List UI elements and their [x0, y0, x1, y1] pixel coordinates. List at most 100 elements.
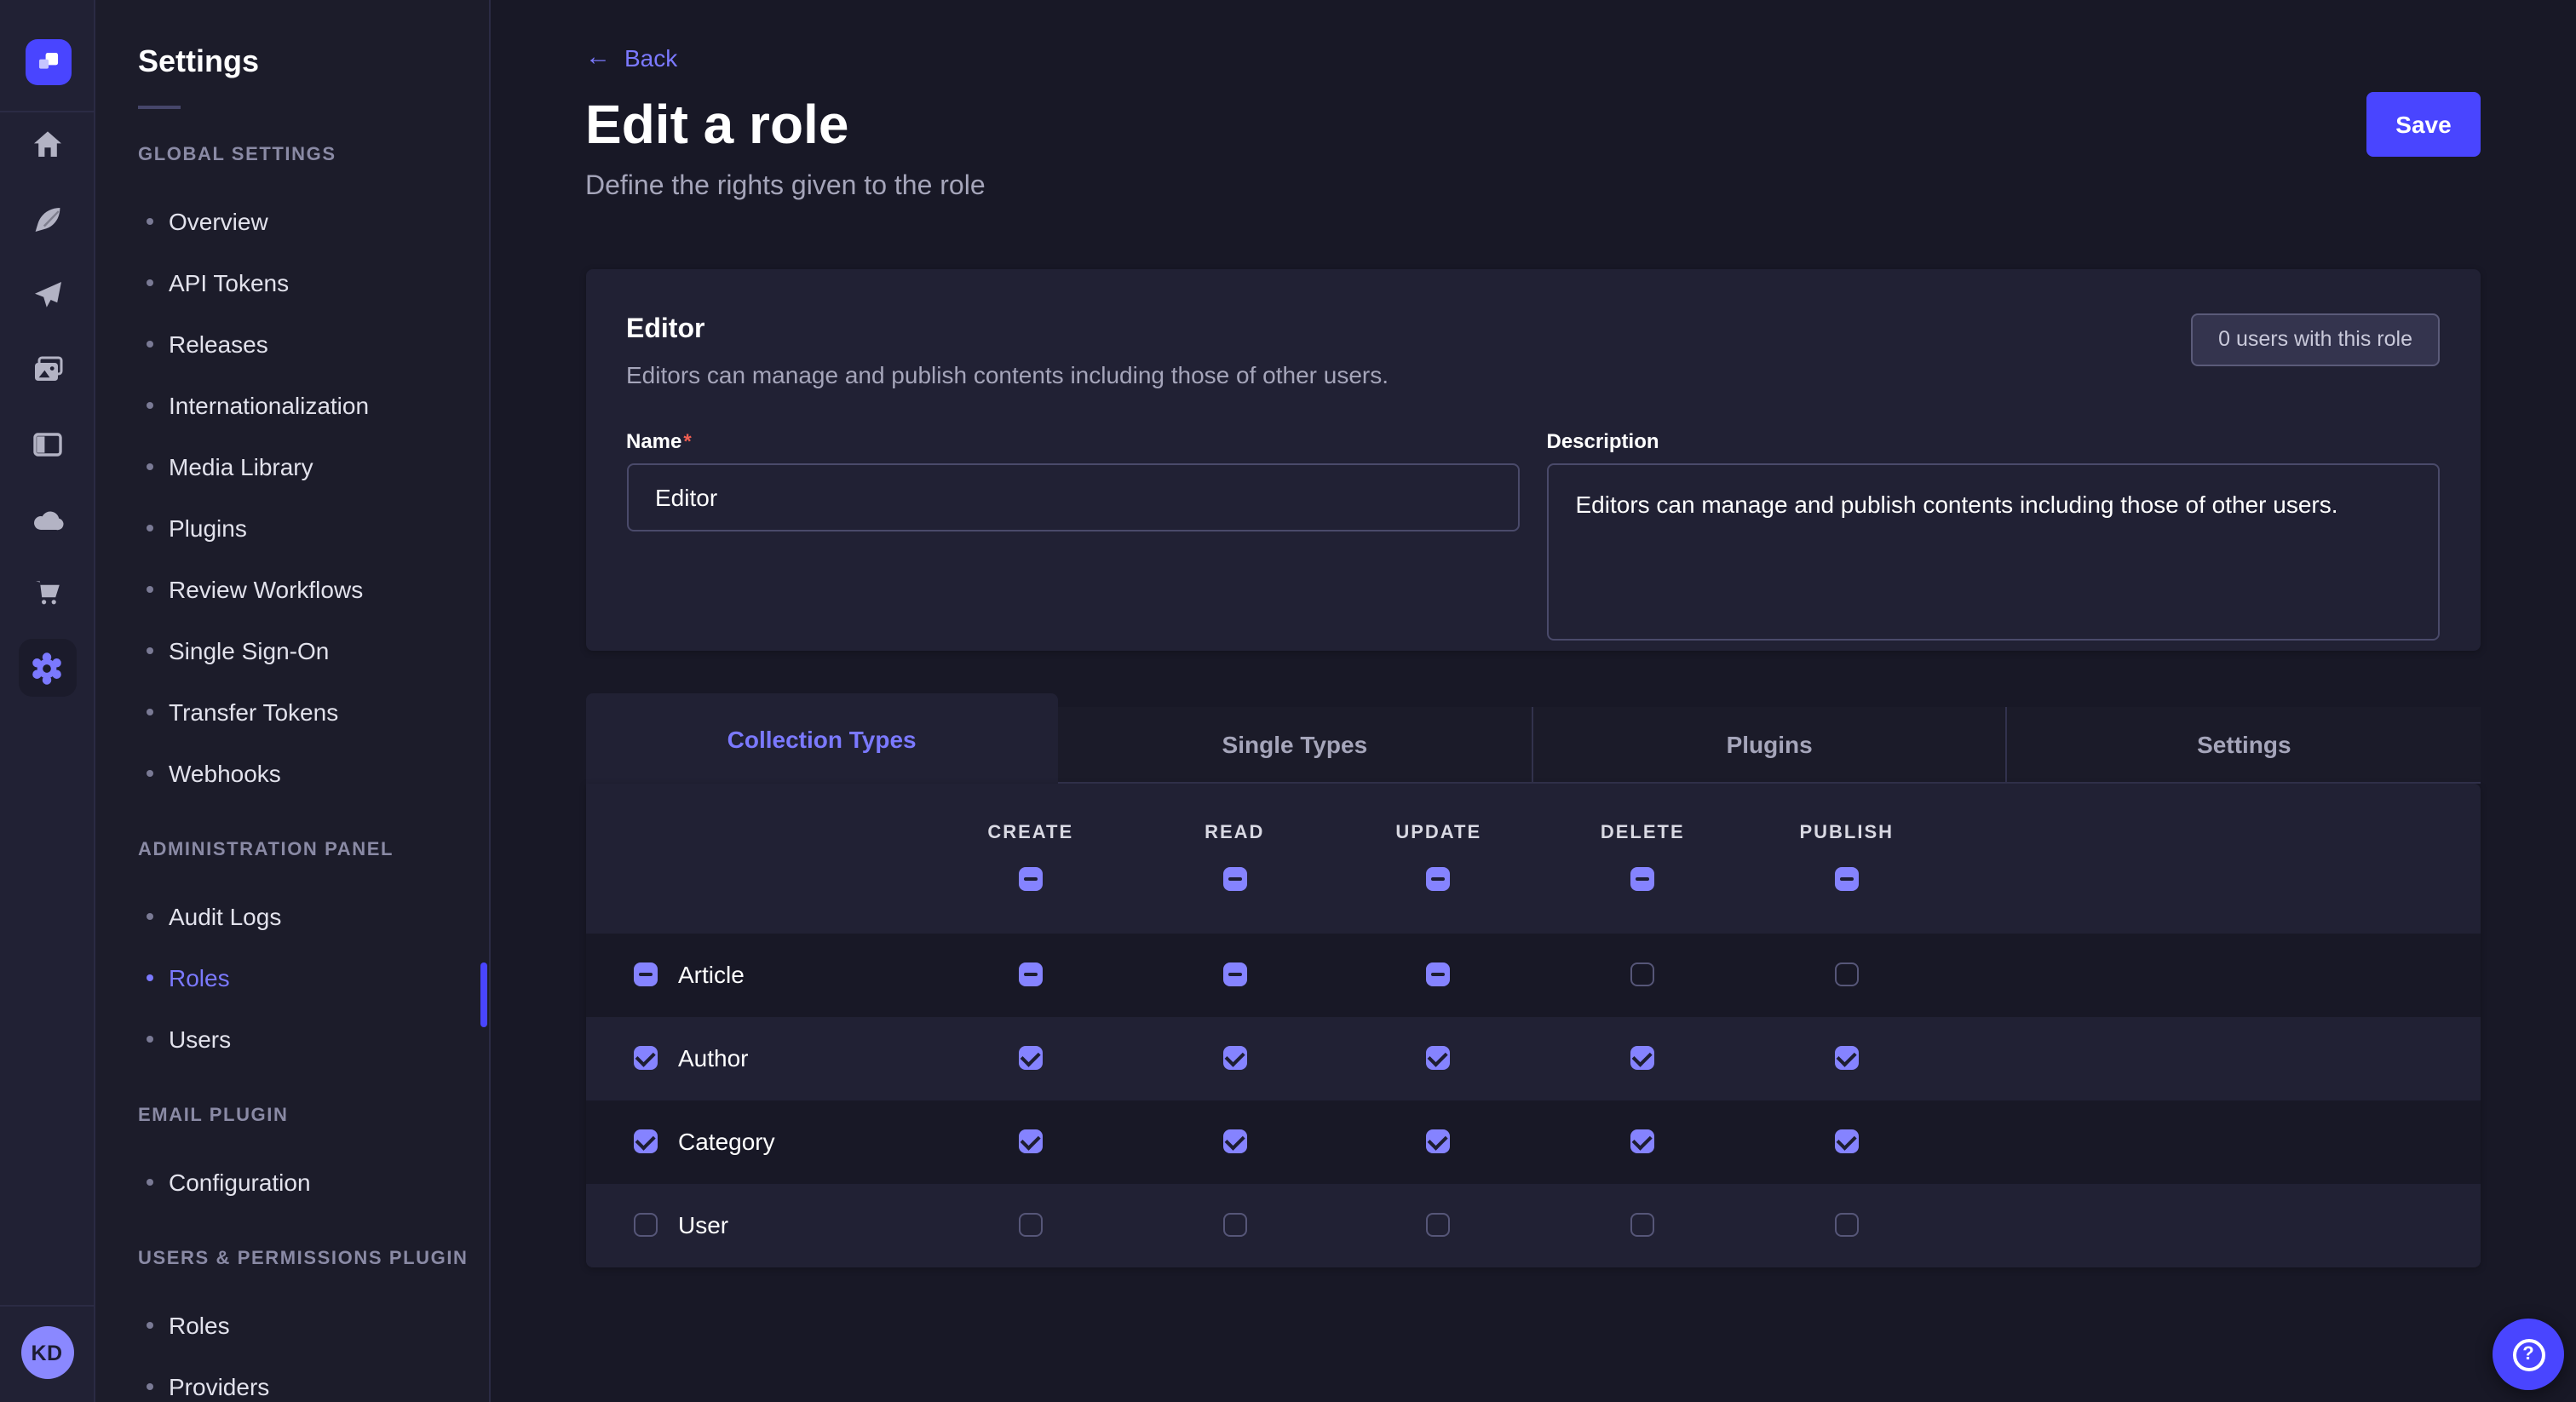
- subnav-item-media-library[interactable]: Media Library: [138, 436, 471, 497]
- strapi-logo-glyph: [34, 48, 63, 77]
- cloud-icon[interactable]: [18, 491, 76, 549]
- subnav-item-plugins[interactable]: Plugins: [138, 497, 471, 559]
- back-link[interactable]: ← Back: [585, 43, 677, 73]
- subnav-item-label: Overview: [169, 208, 268, 235]
- row-name-cell: Article: [585, 961, 929, 988]
- rail-divider-bottom: [0, 1305, 94, 1307]
- bullet-dot-icon: [147, 1322, 153, 1329]
- tab-single-types[interactable]: Single Types: [1058, 707, 1531, 784]
- subnav-item-transfer-tokens[interactable]: Transfer Tokens: [138, 681, 471, 743]
- permission-cell: [929, 962, 1133, 986]
- permission-cell: [1337, 1213, 1541, 1237]
- role-description-textarea[interactable]: Editors can manage and publish contents …: [1547, 463, 2441, 640]
- select-all-publish-checkbox[interactable]: [1835, 867, 1859, 891]
- subnav-item-roles[interactable]: Roles: [138, 947, 471, 1008]
- category-update-checkbox[interactable]: [1427, 1129, 1451, 1153]
- tab-settings[interactable]: Settings: [2006, 707, 2481, 784]
- author-publish-checkbox[interactable]: [1835, 1046, 1859, 1070]
- subnav-item-providers[interactable]: Providers: [138, 1356, 471, 1402]
- role-name-input[interactable]: [626, 463, 1520, 531]
- tab-label: Collection Types: [727, 725, 917, 752]
- user-publish-checkbox[interactable]: [1835, 1213, 1859, 1237]
- row-name-label: Category: [678, 1128, 775, 1155]
- article-publish-checkbox[interactable]: [1835, 962, 1859, 986]
- column-header-label: DELETE: [1601, 821, 1685, 845]
- user-update-checkbox[interactable]: [1427, 1213, 1451, 1237]
- home-icon[interactable]: [18, 116, 76, 174]
- settings-subnav: Settings GLOBAL SETTINGSOverviewAPI Toke…: [95, 0, 490, 1402]
- author-read-checkbox[interactable]: [1222, 1046, 1246, 1070]
- subnav-item-single-sign-on[interactable]: Single Sign-On: [138, 620, 471, 681]
- article-row-checkbox[interactable]: [634, 962, 658, 986]
- subnav-item-label: Providers: [169, 1373, 269, 1400]
- user-create-checkbox[interactable]: [1019, 1213, 1043, 1237]
- marketplace-cart-icon[interactable]: [18, 564, 76, 622]
- subnav-item-overview[interactable]: Overview: [138, 191, 471, 252]
- subnav-item-label: Media Library: [169, 453, 313, 480]
- author-update-checkbox[interactable]: [1427, 1046, 1451, 1070]
- description-field-group: Description Editors can manage and publi…: [1547, 428, 2441, 648]
- page-title: Edit a role: [585, 90, 848, 158]
- permission-cell: [1337, 962, 1541, 986]
- permission-cell: [1745, 962, 1949, 986]
- article-delete-checkbox[interactable]: [1630, 962, 1654, 986]
- user-read-checkbox[interactable]: [1222, 1213, 1246, 1237]
- save-button[interactable]: Save: [2366, 92, 2481, 157]
- column-header-label: UPDATE: [1395, 821, 1481, 845]
- category-delete-checkbox[interactable]: [1630, 1129, 1654, 1153]
- subnav-item-label: Plugins: [169, 514, 247, 542]
- tab-label: Settings: [2197, 731, 2291, 758]
- select-all-delete-checkbox[interactable]: [1630, 867, 1654, 891]
- settings-gear-icon[interactable]: [18, 639, 76, 697]
- category-row-checkbox[interactable]: [634, 1129, 658, 1153]
- subnav-scrollbar-thumb[interactable]: [480, 962, 486, 1027]
- content-type-builder-feather-icon[interactable]: [18, 191, 76, 249]
- permissions-column-read: READ: [1133, 821, 1337, 933]
- user-delete-checkbox[interactable]: [1630, 1213, 1654, 1237]
- subnav-item-releases[interactable]: Releases: [138, 313, 471, 375]
- user-row-checkbox[interactable]: [634, 1213, 658, 1237]
- media-library-pictures-icon[interactable]: [18, 341, 76, 399]
- subnav-item-label: Review Workflows: [169, 576, 363, 603]
- content-manager-layout-icon[interactable]: [18, 416, 76, 474]
- name-field-label: Name*: [626, 428, 1520, 452]
- article-update-checkbox[interactable]: [1427, 962, 1451, 986]
- subnav-item-api-tokens[interactable]: API Tokens: [138, 252, 471, 313]
- select-all-create-checkbox[interactable]: [1019, 867, 1043, 891]
- article-read-checkbox[interactable]: [1222, 962, 1246, 986]
- category-create-checkbox[interactable]: [1019, 1129, 1043, 1153]
- permission-cell: [1541, 962, 1745, 986]
- tab-collection-types[interactable]: Collection Types: [585, 693, 1058, 784]
- strapi-logo[interactable]: [26, 39, 72, 85]
- subnav-item-review-workflows[interactable]: Review Workflows: [138, 559, 471, 620]
- permission-cell: [1337, 1129, 1541, 1153]
- permission-cell: [1133, 1129, 1337, 1153]
- category-read-checkbox[interactable]: [1222, 1129, 1246, 1153]
- article-create-checkbox[interactable]: [1019, 962, 1043, 986]
- tab-plugins[interactable]: Plugins: [1532, 707, 2006, 784]
- subnav-item-webhooks[interactable]: Webhooks: [138, 743, 471, 804]
- users-with-role-badge[interactable]: 0 users with this role: [2191, 313, 2440, 365]
- user-avatar[interactable]: KD: [20, 1326, 73, 1379]
- help-button[interactable]: ?: [2493, 1319, 2564, 1390]
- select-all-update-checkbox[interactable]: [1427, 867, 1451, 891]
- select-all-read-checkbox[interactable]: [1222, 867, 1246, 891]
- permission-cell: [1133, 1046, 1337, 1070]
- author-delete-checkbox[interactable]: [1630, 1046, 1654, 1070]
- permission-cell: [1745, 1046, 1949, 1070]
- row-name-label: User: [678, 1211, 728, 1238]
- permissions-column-create: CREATE: [929, 821, 1133, 933]
- permission-cell: [929, 1213, 1133, 1237]
- role-card-title: Editor: [626, 309, 2440, 350]
- subnav-item-roles[interactable]: Roles: [138, 1295, 471, 1356]
- subnav-item-audit-logs[interactable]: Audit Logs: [138, 886, 471, 947]
- subnav-item-configuration[interactable]: Configuration: [138, 1152, 471, 1213]
- subnav-section: EMAIL PLUGINConfiguration: [138, 1104, 471, 1213]
- subnav-item-internationalization[interactable]: Internationalization: [138, 375, 471, 436]
- category-publish-checkbox[interactable]: [1835, 1129, 1859, 1153]
- permission-cell: [1133, 1213, 1337, 1237]
- author-row-checkbox[interactable]: [634, 1046, 658, 1070]
- deploy-paper-plane-icon[interactable]: [18, 266, 76, 324]
- subnav-item-users[interactable]: Users: [138, 1008, 471, 1070]
- author-create-checkbox[interactable]: [1019, 1046, 1043, 1070]
